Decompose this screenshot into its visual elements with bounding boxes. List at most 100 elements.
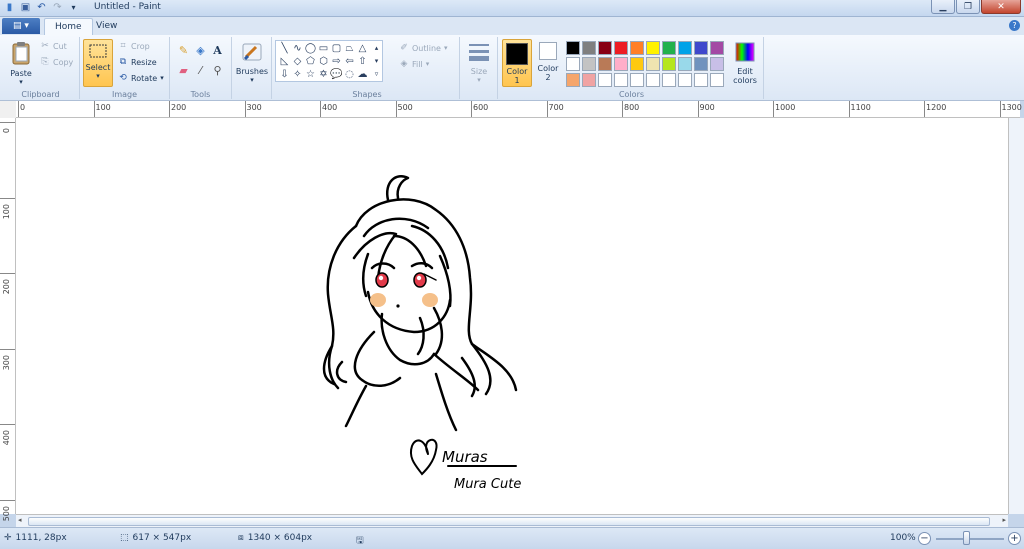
left-arrow-shape-icon[interactable]: ⇦ [343, 55, 356, 67]
close-button[interactable]: ✕ [981, 0, 1021, 14]
palette-swatch[interactable] [710, 41, 724, 55]
palette-swatch[interactable] [678, 41, 692, 55]
palette-swatch[interactable] [694, 57, 708, 71]
palette-swatch[interactable] [678, 73, 692, 87]
zoom-slider-thumb[interactable] [963, 531, 970, 545]
palette-swatch[interactable] [598, 41, 612, 55]
palette-swatch[interactable] [630, 73, 644, 87]
selection-size: ⬚ 617 × 547px [120, 533, 192, 543]
copy-button[interactable]: ⎘ Copy [40, 57, 73, 67]
select-button[interactable]: Select ▾ [83, 39, 113, 87]
shapes-more-icon[interactable]: ▿ [370, 68, 383, 80]
tab-view[interactable]: View [86, 18, 127, 35]
ruler-label: 1000 [775, 103, 796, 112]
palette-swatch[interactable] [582, 41, 596, 55]
undo-icon[interactable]: ↶ [35, 1, 48, 14]
palette-swatch[interactable] [582, 73, 596, 87]
shapes-scroll-up-icon[interactable]: ▴ [370, 42, 383, 54]
diamond-shape-icon[interactable]: ◇ [291, 55, 304, 67]
oval-callout-shape-icon[interactable]: ◌ [343, 68, 356, 80]
up-arrow-shape-icon[interactable]: ⇧ [356, 55, 369, 67]
four-point-star-shape-icon[interactable]: ✧ [291, 68, 304, 80]
horizontal-scroll-thumb[interactable] [28, 517, 990, 526]
zoom-out-button[interactable]: − [918, 532, 931, 545]
palette-swatch[interactable] [566, 73, 580, 87]
palette-swatch[interactable] [646, 73, 660, 87]
paint-app-icon[interactable]: ▮ [3, 1, 16, 14]
hexagon-shape-icon[interactable]: ⬡ [317, 55, 330, 67]
scroll-right-icon[interactable]: ▸ [1002, 516, 1006, 524]
palette-swatch[interactable] [614, 73, 628, 87]
zoom-slider-track[interactable] [936, 538, 1004, 540]
palette-swatch[interactable] [614, 57, 628, 71]
down-arrow-shape-icon[interactable]: ⇩ [278, 68, 291, 80]
pencil-icon[interactable]: ✎ [176, 43, 191, 58]
cut-button[interactable]: ✂ Cut [40, 41, 67, 51]
brushes-button[interactable]: Brushes ▾ [235, 41, 269, 84]
palette-swatch[interactable] [710, 73, 724, 87]
shapes-scroll-down-icon[interactable]: ▾ [370, 55, 383, 67]
fill-button[interactable]: ◈ Fill ▾ [399, 59, 430, 69]
oval-shape-icon[interactable]: ◯ [304, 42, 317, 54]
minimize-button[interactable]: ▁ [931, 0, 955, 14]
rotate-button[interactable]: ⟲ Rotate ▾ [118, 73, 164, 83]
crop-button[interactable]: ⌗ Crop [118, 41, 149, 51]
color-picker-icon[interactable]: ⁄ [193, 63, 208, 78]
cloud-callout-shape-icon[interactable]: ☁ [356, 68, 369, 80]
palette-swatch[interactable] [566, 57, 580, 71]
color1-button[interactable]: Color 1 [502, 39, 532, 87]
paint-menu-button[interactable]: ▤ ▾ [2, 18, 40, 34]
drawing-canvas[interactable]: Muras Mura Cute [16, 118, 1020, 514]
polygon-shape-icon[interactable]: ⏢ [343, 42, 356, 54]
palette-swatch[interactable] [662, 41, 676, 55]
rounded-rectangle-shape-icon[interactable]: ▢ [330, 42, 343, 54]
scroll-left-icon[interactable]: ◂ [18, 516, 22, 524]
size-button[interactable]: Size ▾ [464, 41, 494, 84]
line-shape-icon[interactable]: ╲ [278, 42, 291, 54]
zoom-in-button[interactable]: + [1008, 532, 1021, 545]
rounded-callout-shape-icon[interactable]: 💬 [330, 68, 343, 80]
palette-swatch[interactable] [662, 73, 676, 87]
fill-bucket-icon[interactable]: ◈ [193, 43, 208, 58]
color2-button[interactable]: Color 2 [534, 42, 562, 82]
pentagon-shape-icon[interactable]: ⬠ [304, 55, 317, 67]
resize-button[interactable]: ⧉ Resize [118, 57, 157, 67]
palette-swatch[interactable] [630, 41, 644, 55]
edit-colors-button[interactable]: Edit colors [728, 41, 762, 85]
save-icon[interactable]: ▣ [19, 1, 32, 14]
palette-swatch[interactable] [678, 57, 692, 71]
paste-button[interactable]: Paste ▾ [6, 41, 36, 86]
crop-icon: ⌗ [120, 41, 126, 51]
palette-swatch[interactable] [598, 73, 612, 87]
ribbon: Paste ▾ ✂ Cut ⎘ Copy Clipboard Select ▾ … [0, 35, 1024, 101]
customize-toolbar-icon[interactable]: ▾ [67, 1, 80, 14]
palette-swatch[interactable] [614, 41, 628, 55]
eraser-icon[interactable]: ▰ [176, 63, 191, 78]
five-point-star-shape-icon[interactable]: ☆ [304, 68, 317, 80]
text-tool-icon[interactable]: A [210, 43, 225, 58]
palette-swatch[interactable] [598, 57, 612, 71]
help-icon[interactable]: ? [1009, 20, 1020, 31]
triangle-shape-icon[interactable]: △ [356, 42, 369, 54]
magnifier-icon[interactable]: ⚲ [210, 63, 225, 78]
six-point-star-shape-icon[interactable]: ✡ [317, 68, 330, 80]
vertical-scrollbar[interactable] [1008, 118, 1024, 514]
quick-access-toolbar: ▮ ▣ ↶ ↷ ▾ [3, 1, 80, 14]
palette-swatch[interactable] [646, 41, 660, 55]
horizontal-scrollbar[interactable]: ◂ ▸ [16, 514, 1008, 527]
curve-shape-icon[interactable]: ∿ [291, 42, 304, 54]
palette-swatch[interactable] [694, 73, 708, 87]
right-arrow-shape-icon[interactable]: ⇨ [330, 55, 343, 67]
rectangle-shape-icon[interactable]: ▭ [317, 42, 330, 54]
palette-swatch[interactable] [694, 41, 708, 55]
maximize-button[interactable]: ❐ [956, 0, 980, 14]
redo-icon[interactable]: ↷ [51, 1, 64, 14]
palette-swatch[interactable] [710, 57, 724, 71]
palette-swatch[interactable] [662, 57, 676, 71]
palette-swatch[interactable] [630, 57, 644, 71]
palette-swatch[interactable] [646, 57, 660, 71]
outline-button[interactable]: ✐ Outline ▾ [399, 43, 447, 53]
palette-swatch[interactable] [582, 57, 596, 71]
palette-swatch[interactable] [566, 41, 580, 55]
right-triangle-shape-icon[interactable]: ◺ [278, 55, 291, 67]
